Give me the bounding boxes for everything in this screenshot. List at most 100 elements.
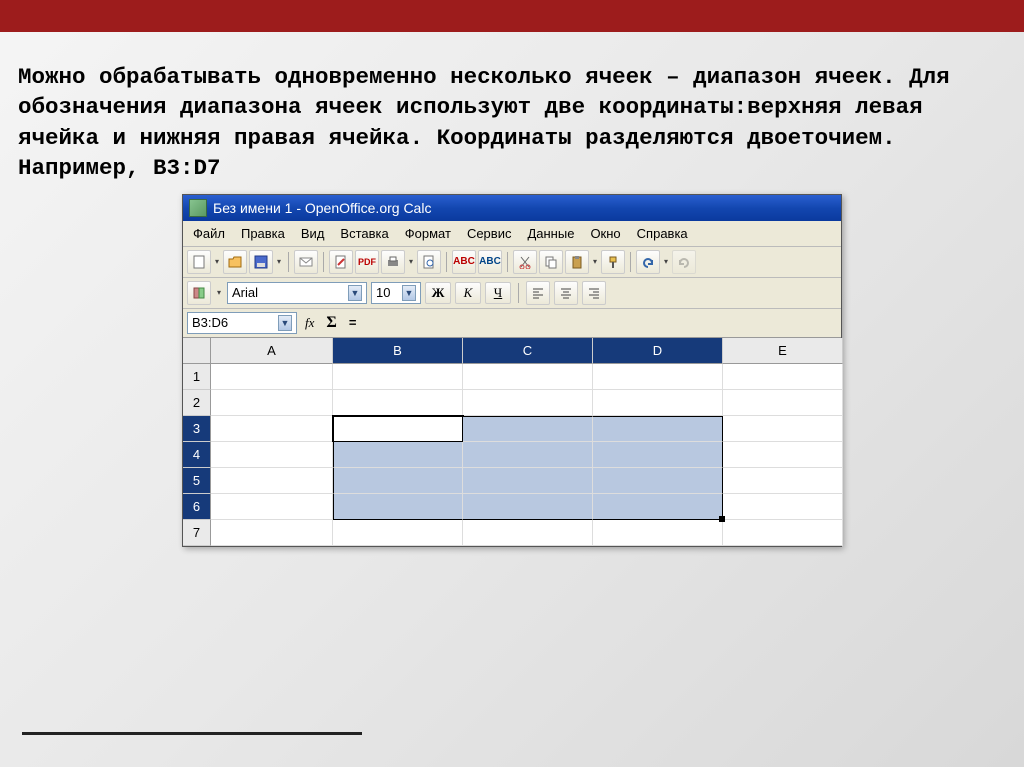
align-left-icon[interactable]: [526, 281, 550, 305]
paste-dropdown[interactable]: ▾: [591, 250, 599, 274]
cell-B1[interactable]: [333, 364, 463, 390]
separator: [630, 252, 631, 272]
cell-C1[interactable]: [463, 364, 593, 390]
slide-underline: [22, 732, 362, 735]
font-size-select[interactable]: 10 ▼: [371, 282, 421, 304]
calc-window: Без имени 1 - OpenOffice.org Calc Файл П…: [182, 194, 842, 547]
col-head-E[interactable]: E: [723, 338, 843, 364]
styles-dropdown[interactable]: ▾: [215, 281, 223, 305]
row-head-6[interactable]: 6: [183, 494, 211, 520]
cell-B5[interactable]: [333, 468, 463, 494]
cell-E5[interactable]: [723, 468, 843, 494]
formula-equals-icon[interactable]: =: [345, 315, 361, 330]
row-head-1[interactable]: 1: [183, 364, 211, 390]
row-head-4[interactable]: 4: [183, 442, 211, 468]
cell-E3[interactable]: [723, 416, 843, 442]
new-doc-dropdown[interactable]: ▾: [213, 250, 221, 274]
cell-C7[interactable]: [463, 520, 593, 546]
cell-E7[interactable]: [723, 520, 843, 546]
menu-data[interactable]: Данные: [521, 224, 580, 243]
underline-button[interactable]: Ч: [485, 282, 511, 304]
col-head-D[interactable]: D: [593, 338, 723, 364]
menu-file[interactable]: Файл: [187, 224, 231, 243]
function-wizard-icon[interactable]: fx: [301, 315, 318, 331]
print-icon[interactable]: [381, 250, 405, 274]
spreadsheet-grid[interactable]: A B C D E 1 2 3 4: [183, 338, 841, 546]
select-all-corner[interactable]: [183, 338, 211, 364]
save-dropdown[interactable]: ▾: [275, 250, 283, 274]
cell-A2[interactable]: [211, 390, 333, 416]
cell-A7[interactable]: [211, 520, 333, 546]
print-dropdown[interactable]: ▾: [407, 250, 415, 274]
row-head-3[interactable]: 3: [183, 416, 211, 442]
menu-tools[interactable]: Сервис: [461, 224, 518, 243]
menu-window[interactable]: Окно: [584, 224, 626, 243]
align-right-icon[interactable]: [582, 281, 606, 305]
cell-C6[interactable]: [463, 494, 593, 520]
cell-C4[interactable]: [463, 442, 593, 468]
chevron-down-icon: ▼: [348, 285, 362, 301]
cell-E2[interactable]: [723, 390, 843, 416]
menu-edit[interactable]: Правка: [235, 224, 291, 243]
edit-file-icon[interactable]: [329, 250, 353, 274]
standard-toolbar: ▾ ▾ PDF ▾ ABC ABC ▾ ▾: [183, 247, 841, 278]
menu-help[interactable]: Справка: [631, 224, 694, 243]
cell-E4[interactable]: [723, 442, 843, 468]
spellcheck-icon[interactable]: ABC: [452, 250, 476, 274]
copy-icon[interactable]: [539, 250, 563, 274]
cell-B2[interactable]: [333, 390, 463, 416]
open-icon[interactable]: [223, 250, 247, 274]
italic-button[interactable]: К: [455, 282, 481, 304]
row-head-5[interactable]: 5: [183, 468, 211, 494]
menu-insert[interactable]: Вставка: [334, 224, 394, 243]
styles-icon[interactable]: [187, 281, 211, 305]
cell-D3[interactable]: [593, 416, 723, 442]
cell-A4[interactable]: [211, 442, 333, 468]
col-head-C[interactable]: C: [463, 338, 593, 364]
menu-view[interactable]: Вид: [295, 224, 331, 243]
cut-icon[interactable]: [513, 250, 537, 274]
undo-icon[interactable]: [636, 250, 660, 274]
cell-E6[interactable]: [723, 494, 843, 520]
cell-B4[interactable]: [333, 442, 463, 468]
row-head-7[interactable]: 7: [183, 520, 211, 546]
save-icon[interactable]: [249, 250, 273, 274]
cell-D5[interactable]: [593, 468, 723, 494]
cell-B3[interactable]: [333, 416, 463, 442]
undo-dropdown[interactable]: ▾: [662, 250, 670, 274]
cell-D6[interactable]: [593, 494, 723, 520]
paste-icon[interactable]: [565, 250, 589, 274]
cell-B7[interactable]: [333, 520, 463, 546]
redo-icon[interactable]: [672, 250, 696, 274]
cell-B6[interactable]: [333, 494, 463, 520]
autospell-icon[interactable]: ABC: [478, 250, 502, 274]
bold-button[interactable]: Ж: [425, 282, 451, 304]
col-head-B[interactable]: B: [333, 338, 463, 364]
separator: [518, 283, 519, 303]
cell-A6[interactable]: [211, 494, 333, 520]
col-head-A[interactable]: A: [211, 338, 333, 364]
cell-D1[interactable]: [593, 364, 723, 390]
menu-format[interactable]: Формат: [399, 224, 457, 243]
cell-D4[interactable]: [593, 442, 723, 468]
cell-A3[interactable]: [211, 416, 333, 442]
new-doc-icon[interactable]: [187, 250, 211, 274]
cell-C5[interactable]: [463, 468, 593, 494]
format-paintbrush-icon[interactable]: [601, 250, 625, 274]
mail-icon[interactable]: [294, 250, 318, 274]
preview-icon[interactable]: [417, 250, 441, 274]
row-head-2[interactable]: 2: [183, 390, 211, 416]
cell-A1[interactable]: [211, 364, 333, 390]
cell-C2[interactable]: [463, 390, 593, 416]
cell-C3[interactable]: [463, 416, 593, 442]
cell-D7[interactable]: [593, 520, 723, 546]
slide-paragraph: Можно обрабатывать одновременно нескольк…: [18, 62, 1006, 184]
cell-D2[interactable]: [593, 390, 723, 416]
cell-E1[interactable]: [723, 364, 843, 390]
pdf-icon[interactable]: PDF: [355, 250, 379, 274]
cell-A5[interactable]: [211, 468, 333, 494]
align-center-icon[interactable]: [554, 281, 578, 305]
font-name-select[interactable]: Arial ▼: [227, 282, 367, 304]
sum-icon[interactable]: Σ: [322, 314, 340, 332]
name-box[interactable]: B3:D6 ▼: [187, 312, 297, 334]
